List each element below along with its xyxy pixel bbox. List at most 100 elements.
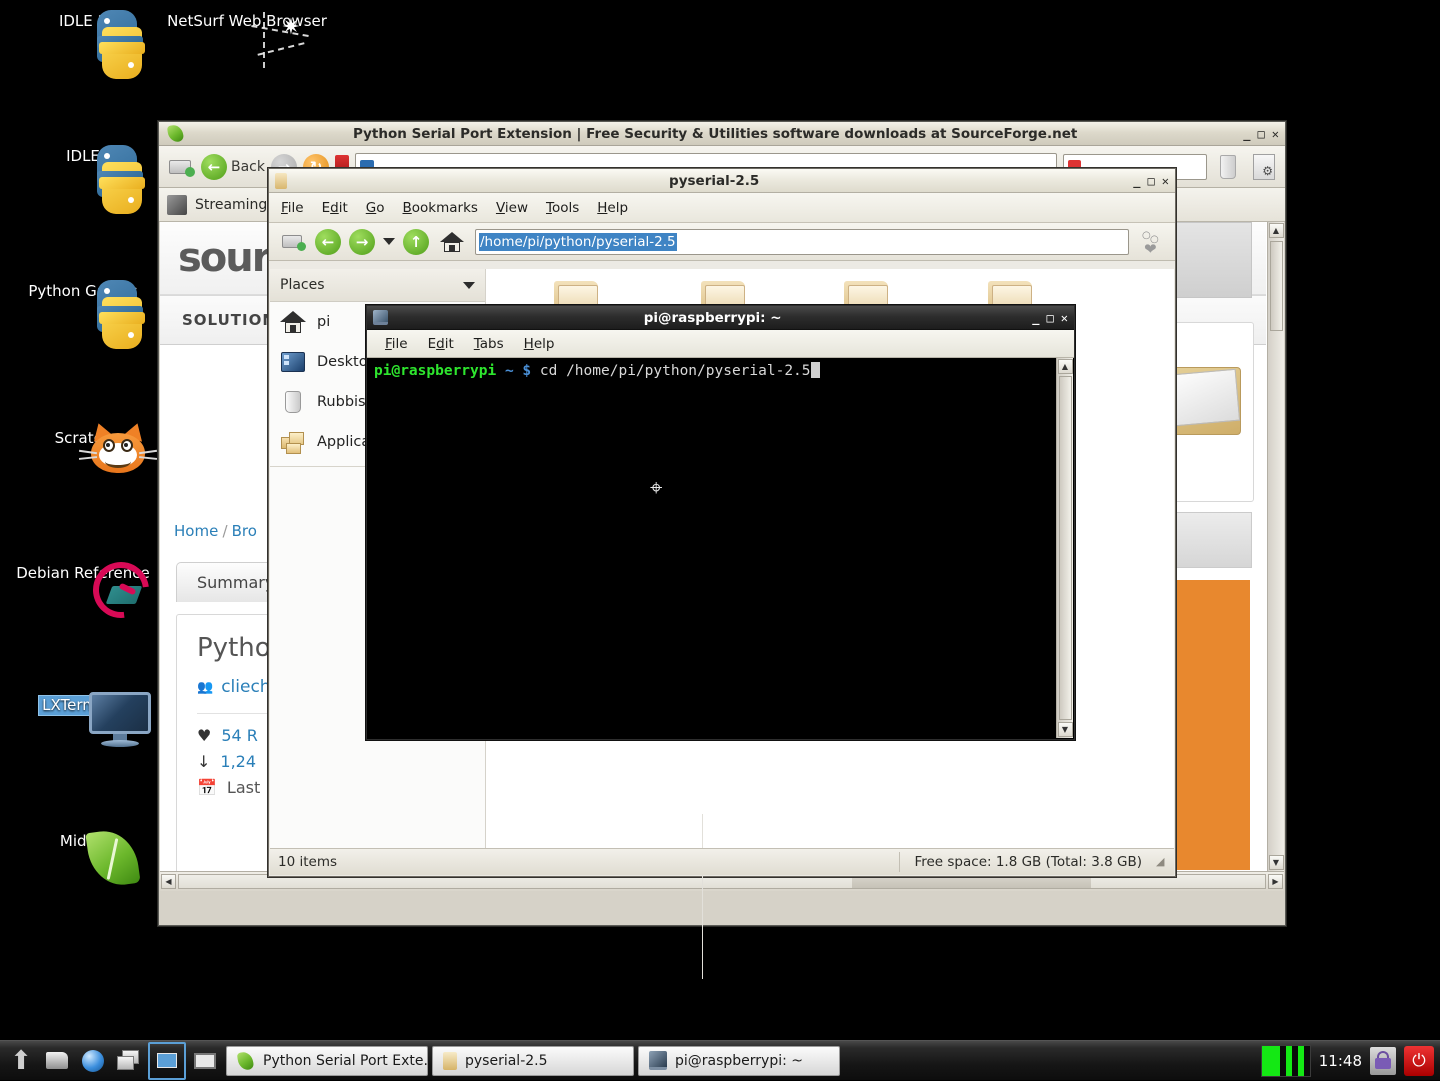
task-button-filemanager[interactable]: pyserial-2.5 bbox=[432, 1045, 634, 1076]
column-divider bbox=[702, 814, 703, 979]
terminal-prompt-path: ~ bbox=[504, 363, 514, 379]
menu-icon[interactable]: ⬆ bbox=[4, 1044, 38, 1078]
trash-icon[interactable] bbox=[1213, 152, 1243, 182]
desktop-icon-python-games[interactable]: Python Games bbox=[0, 278, 166, 349]
menu-edit[interactable]: Edit bbox=[428, 336, 454, 352]
forward-icon[interactable]: → bbox=[349, 228, 375, 255]
back-icon[interactable]: ← bbox=[315, 228, 341, 255]
desktop-2-icon[interactable] bbox=[188, 1044, 222, 1078]
scroll-down-button[interactable]: ▼ bbox=[1268, 855, 1284, 870]
menu-view[interactable]: View bbox=[496, 200, 528, 216]
filemanager-titlebar[interactable]: pyserial-2.5 _ □ ✕ bbox=[269, 169, 1175, 193]
menu-help[interactable]: Help bbox=[597, 200, 628, 216]
new-tab-icon[interactable] bbox=[165, 152, 195, 182]
browser-vscrollbar[interactable]: ▲ ▼ bbox=[1267, 222, 1284, 871]
history-dropdown-icon[interactable] bbox=[383, 238, 395, 245]
menu-help[interactable]: Help bbox=[524, 336, 555, 352]
terminal-output[interactable]: pi@raspberrypi ~ $ cd /home/pi/python/py… bbox=[368, 358, 1056, 738]
scroll-down-button[interactable]: ▼ bbox=[1057, 722, 1073, 737]
scroll-up-button[interactable]: ▲ bbox=[1057, 359, 1073, 374]
desktop-icon-lxterminal[interactable]: LXTerminal bbox=[0, 692, 166, 747]
scroll-left-button[interactable]: ◀ bbox=[161, 874, 176, 889]
terminal-vscrollbar[interactable]: ▲ ▼ bbox=[1056, 358, 1073, 738]
status-free-space: Free space: 1.8 GB (Total: 3.8 GB) bbox=[899, 852, 1156, 872]
lock-screen-icon[interactable] bbox=[1370, 1046, 1396, 1075]
desktop-1-icon[interactable] bbox=[148, 1041, 186, 1080]
home-icon[interactable] bbox=[437, 227, 467, 257]
task-button-browser[interactable]: Python Serial Port Exte... bbox=[226, 1045, 428, 1076]
menu-file[interactable]: FFileile bbox=[281, 200, 304, 216]
browser-titlebar[interactable]: Python Serial Port Extension | Free Secu… bbox=[159, 122, 1285, 146]
taskbar-tasks[interactable]: Python Serial Port Exte... pyserial-2.5 … bbox=[226, 1041, 840, 1081]
file-manager-icon[interactable] bbox=[40, 1044, 74, 1078]
scroll-right-button[interactable]: ▶ bbox=[1268, 874, 1283, 889]
terminal-menubar[interactable]: File Edit Tabs Help bbox=[367, 330, 1074, 358]
menu-go[interactable]: Go bbox=[366, 200, 385, 216]
menu-bookmarks[interactable]: Bookmarks bbox=[403, 200, 478, 216]
menu-tabs[interactable]: Tabs bbox=[474, 336, 504, 352]
web-browser-icon[interactable] bbox=[76, 1044, 110, 1078]
close-button[interactable]: ✕ bbox=[1272, 127, 1279, 141]
close-button[interactable]: ✕ bbox=[1162, 174, 1169, 188]
menu-edit[interactable]: Edit bbox=[322, 200, 348, 216]
scroll-up-button[interactable]: ▲ bbox=[1268, 223, 1284, 238]
close-button[interactable]: ✕ bbox=[1061, 311, 1068, 325]
cpu-monitor-icon[interactable] bbox=[1260, 1044, 1311, 1077]
places-header[interactable]: Places bbox=[270, 269, 485, 302]
project-author[interactable]: cliech bbox=[221, 677, 270, 697]
menu-file[interactable]: File bbox=[385, 336, 408, 352]
maximize-button[interactable]: □ bbox=[1047, 311, 1054, 325]
filemanager-menubar[interactable]: FFileile Edit Go Bookmarks View Tools He… bbox=[269, 193, 1175, 223]
place-item-label: pi bbox=[317, 314, 331, 330]
nav-solution-centers[interactable]: SOLUTION bbox=[182, 311, 276, 329]
terminal-body[interactable]: pi@raspberrypi ~ $ cd /home/pi/python/py… bbox=[368, 358, 1073, 738]
chevron-down-icon[interactable] bbox=[463, 281, 475, 289]
clock[interactable]: 11:48 bbox=[1319, 1052, 1362, 1070]
breadcrumb: Home / Bro bbox=[174, 522, 257, 540]
windows-icon[interactable] bbox=[112, 1044, 146, 1078]
terminal-window[interactable]: pi@raspberrypi: ~ _ □ ✕ File Edit Tabs H… bbox=[366, 305, 1075, 740]
back-icon[interactable]: ← bbox=[201, 153, 227, 180]
desktop-icon-midori[interactable]: Midori bbox=[0, 826, 166, 890]
taskbar[interactable]: ⬆ Python Serial Port Exte... pyserial-2.… bbox=[0, 1040, 1440, 1080]
places-header-label: Places bbox=[280, 277, 325, 293]
breadcrumb-home[interactable]: Home bbox=[174, 522, 218, 540]
desktop-icon-netsurf[interactable]: ✷ NetSurf Web Browser bbox=[164, 8, 330, 68]
breadcrumb-browse[interactable]: Bro bbox=[232, 522, 257, 540]
desktop-icon-debian-reference[interactable]: Debian Reference bbox=[0, 550, 166, 630]
terminal-titlebar[interactable]: pi@raspberrypi: ~ _ □ ✕ bbox=[367, 306, 1074, 330]
terminal-prompt-symbol: $ bbox=[522, 363, 532, 379]
maximize-button[interactable]: □ bbox=[1258, 127, 1265, 141]
bookmark-streaming[interactable]: Streaming bbox=[195, 197, 267, 213]
filemanager-toolbar[interactable]: ← → ↑ /home/pi/python/pyserial-2.5 ○ ○ ❤ bbox=[269, 223, 1175, 261]
filemanager-title: pyserial-2.5 bbox=[669, 172, 760, 189]
desktop-icon-idle3[interactable]: IDLE 3 bbox=[0, 8, 166, 79]
desktop-icon-idle[interactable]: IDLE bbox=[0, 143, 166, 214]
minimize-button[interactable]: _ bbox=[1243, 127, 1250, 141]
resize-grip[interactable]: ◢ bbox=[1156, 855, 1170, 869]
taskbar-launchers[interactable]: ⬆ bbox=[0, 1041, 226, 1081]
maximize-button[interactable]: □ bbox=[1148, 174, 1155, 188]
new-tab-icon[interactable] bbox=[277, 227, 307, 257]
system-tray[interactable]: 11:48 ⏻ bbox=[1260, 1041, 1440, 1081]
shutdown-icon[interactable]: ⏻ bbox=[1404, 1045, 1434, 1076]
filemanager-path-value: /home/pi/python/pyserial-2.5 bbox=[479, 232, 677, 251]
menu-tools[interactable]: Tools bbox=[546, 200, 579, 216]
desktop-icon-scratch[interactable]: Scratch bbox=[0, 420, 166, 473]
sourceforge-logo[interactable]: sour bbox=[178, 235, 271, 281]
view-mode-icon[interactable]: ○ ○ ❤ bbox=[1137, 227, 1167, 258]
minimize-button[interactable]: _ bbox=[1133, 174, 1140, 188]
filemanager-path-input[interactable]: /home/pi/python/pyserial-2.5 bbox=[475, 228, 1129, 255]
heart-icon: ♥ bbox=[197, 726, 212, 745]
back-label[interactable]: Back bbox=[231, 159, 265, 175]
terminal-vscroll-thumb[interactable] bbox=[1058, 376, 1072, 720]
task-button-terminal[interactable]: pi@raspberrypi: ~ bbox=[638, 1045, 840, 1076]
browser-vscroll-thumb[interactable] bbox=[1269, 241, 1283, 331]
minimize-button[interactable]: _ bbox=[1032, 311, 1039, 325]
applications-icon bbox=[280, 429, 306, 455]
task-label: pi@raspberrypi: ~ bbox=[675, 1052, 804, 1069]
page-settings-icon[interactable]: ⚙ bbox=[1249, 152, 1279, 182]
desktop-icon bbox=[280, 349, 306, 375]
up-icon[interactable]: ↑ bbox=[403, 228, 429, 255]
status-item-count: 10 items bbox=[278, 854, 338, 870]
